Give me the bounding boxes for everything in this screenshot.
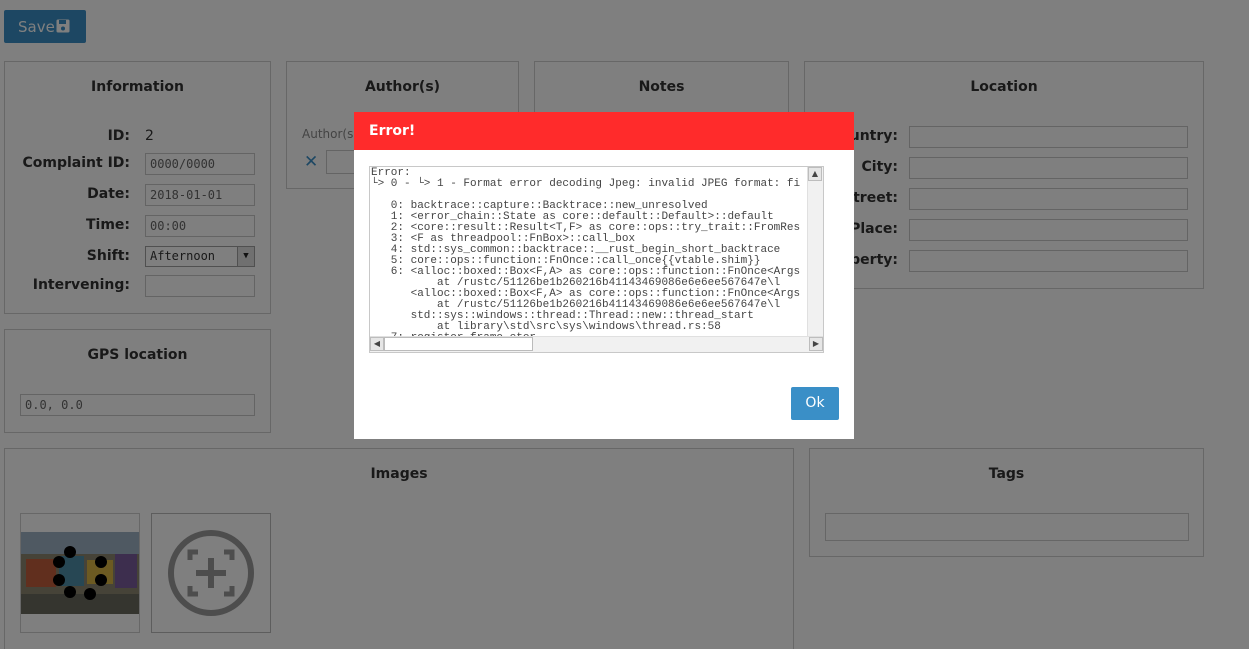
horizontal-scrollbar[interactable]: ◀ ▶ bbox=[370, 336, 823, 352]
error-trace-box[interactable]: Error: └> 0 - └> 1 - Format error decodin… bbox=[369, 166, 824, 353]
vertical-scrollbar[interactable]: ▲ ▼ bbox=[807, 167, 823, 352]
dialog-header: Error! bbox=[354, 112, 854, 150]
trace-line: └> 0 - └> 1 - Format error decoding Jpeg… bbox=[371, 178, 801, 190]
ok-button[interactable]: Ok bbox=[791, 387, 839, 420]
horizontal-scroll-thumb[interactable] bbox=[384, 337, 533, 351]
scroll-right-icon[interactable]: ▶ bbox=[809, 337, 823, 351]
error-dialog: Error! Error: └> 0 - └> 1 - Format error … bbox=[354, 112, 854, 439]
scroll-up-icon[interactable]: ▲ bbox=[808, 167, 822, 181]
scroll-left-icon[interactable]: ◀ bbox=[370, 337, 384, 351]
dialog-title: Error! bbox=[369, 123, 416, 139]
error-trace: Error: └> 0 - └> 1 - Format error decodin… bbox=[370, 167, 823, 353]
